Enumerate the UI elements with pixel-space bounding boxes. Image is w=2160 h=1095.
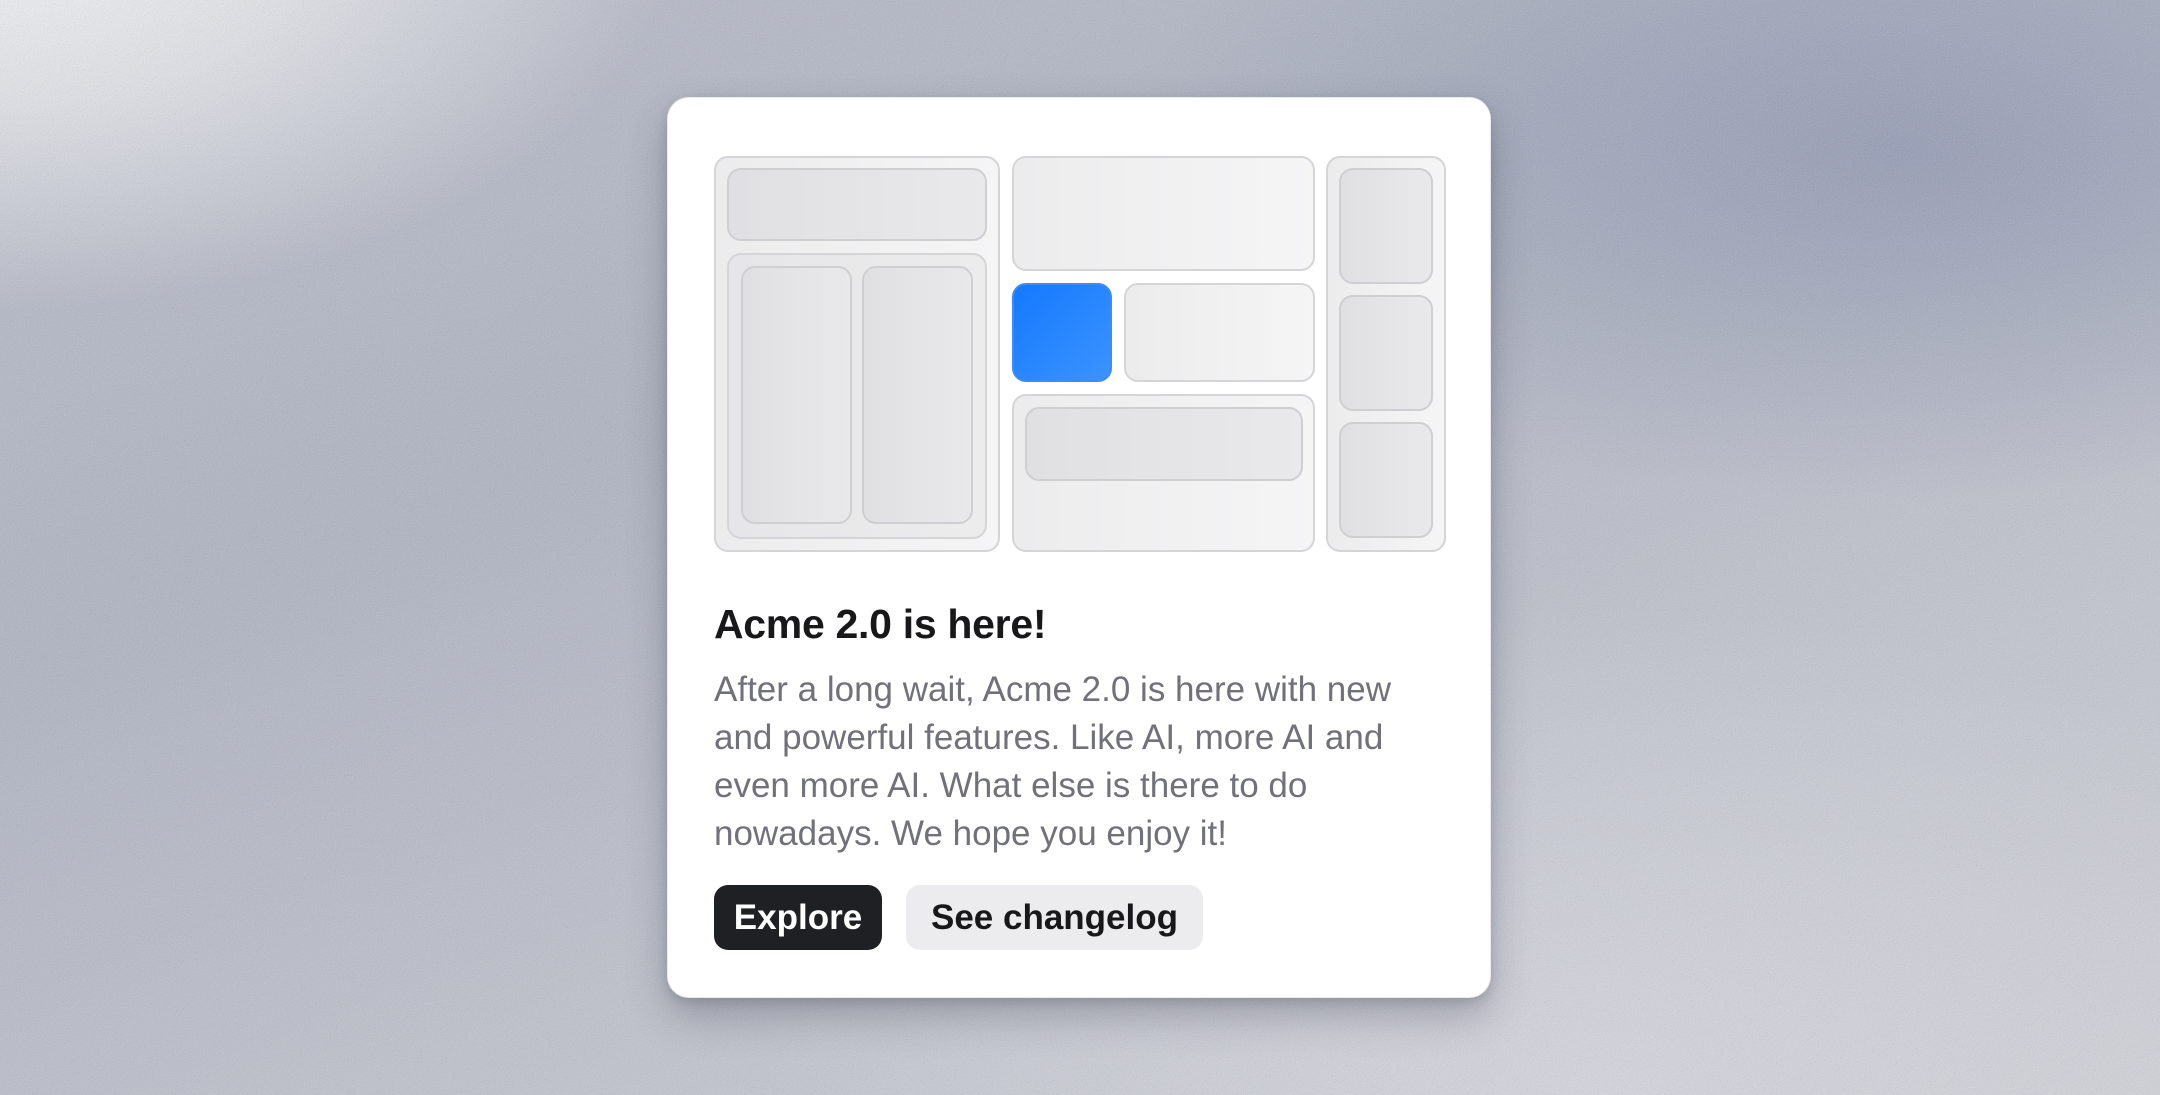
illustration-right-block-3 <box>1339 422 1433 538</box>
explore-button[interactable]: Explore <box>714 885 882 950</box>
announcement-description: After a long wait, Acme 2.0 is here with… <box>714 670 1391 853</box>
illustration-middle-right-block <box>1124 283 1315 382</box>
illustration-left-column-1 <box>741 266 852 524</box>
feature-illustration <box>714 156 1446 552</box>
illustration-right-block-1 <box>1339 168 1433 284</box>
announcement-card: Acme 2.0 is here! After a long wait, Acm… <box>667 97 1491 998</box>
illustration-middle-top-block <box>1012 156 1315 271</box>
illustration-middle-bottom-bar <box>1025 407 1303 481</box>
illustration-left-column-2 <box>862 266 973 524</box>
illustration-right-block-2 <box>1339 295 1433 411</box>
announcement-title: Acme 2.0 is here! <box>714 601 1047 647</box>
illustration-accent-block <box>1012 283 1112 382</box>
see-changelog-button[interactable]: See changelog <box>906 885 1203 950</box>
illustration-left-header-block <box>727 168 987 241</box>
